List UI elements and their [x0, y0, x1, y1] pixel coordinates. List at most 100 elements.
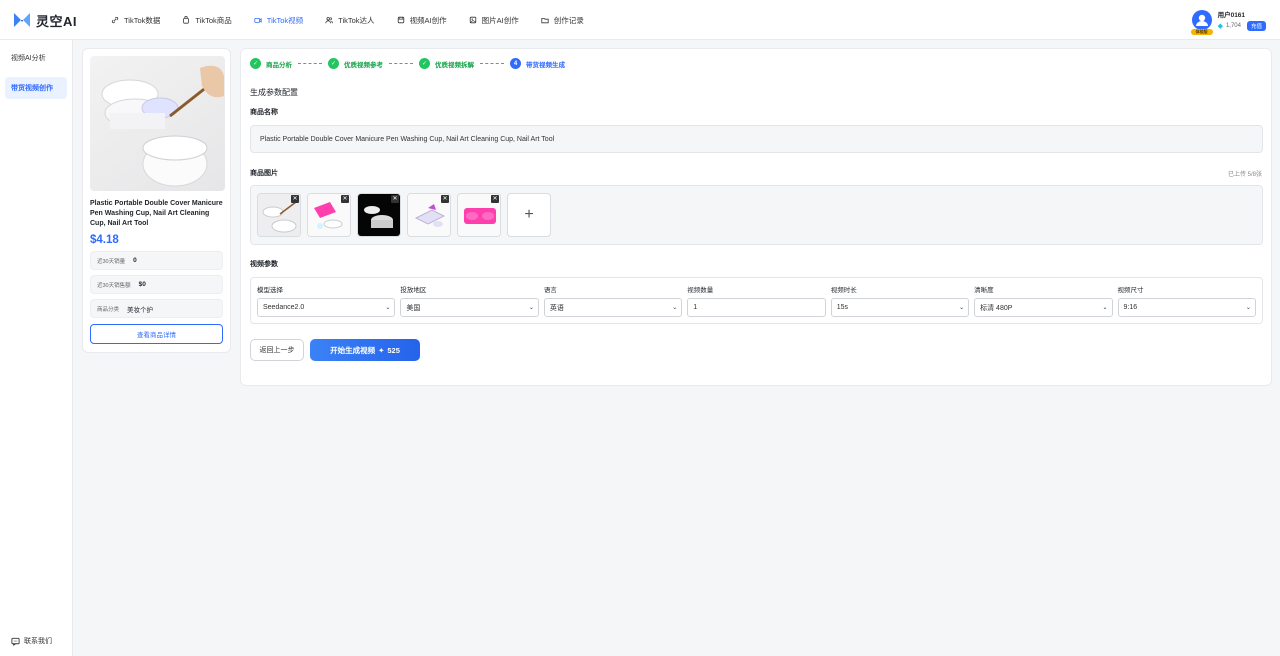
input-value: 1 [693, 304, 698, 311]
image-thumb[interactable]: ✕ [257, 193, 301, 237]
user-name: 用户0161 [1217, 12, 1246, 19]
image-icon [469, 16, 476, 24]
nav-tiktok-products[interactable]: TikTok商品 [171, 0, 242, 40]
remove-image-icon[interactable]: ✕ [491, 195, 499, 203]
param-label: 模型选择 [257, 287, 283, 294]
nav-label: 视频AI创作 [409, 15, 447, 25]
resolution-select[interactable]: 标清 480P ⌄ [974, 298, 1113, 317]
nav-label: TikTok数据 [124, 15, 161, 25]
generate-label: 开始生成视频 [330, 345, 376, 355]
back-button[interactable]: 返回上一步 [250, 339, 304, 361]
step-video-breakdown[interactable]: ✓ 优质视频拆解 [419, 58, 474, 69]
user-profile[interactable]: 体验版 用户0161 ◆ 1,704 充值 [1190, 8, 1266, 35]
region-select[interactable]: 美国 ⌄ [400, 298, 539, 317]
param-resolution: 清晰度 标清 480P ⌄ [974, 284, 1113, 317]
contact-us-link[interactable]: 联系我们 [11, 636, 52, 646]
film-icon [397, 16, 404, 24]
param-label: 视频时长 [830, 287, 857, 294]
aspect-ratio-select[interactable]: 9:16 ⌄ [1117, 298, 1256, 317]
stat-category: 商品分类 美妆个护 [90, 299, 223, 318]
video-params-label: 视频参数 [250, 261, 278, 268]
view-product-detail-button[interactable]: 查看商品详情 [90, 324, 223, 344]
step-number: 4 [510, 58, 521, 69]
sidebar-item-video-analysis[interactable]: 视频AI分析 [5, 47, 67, 69]
stat-revenue-30d: 近30天销售额 $0 [90, 275, 223, 294]
step-connector [298, 63, 322, 64]
step-product-analysis[interactable]: ✓ 商品分析 [250, 58, 292, 69]
nav-label: TikTok视频 [266, 15, 304, 25]
step-label: 优质视频参考 [344, 61, 383, 69]
nav-tiktok-creators[interactable]: TikTok达人 [314, 0, 385, 40]
image-thumb[interactable]: ✕ [457, 193, 501, 237]
select-value: 标清 480P [980, 304, 1013, 312]
stat-value: 美妆个护 [127, 306, 154, 314]
avatar[interactable]: 体验版 [1190, 10, 1213, 35]
logo-mark-icon [14, 13, 30, 27]
param-region: 投放地区 美国 ⌄ [400, 284, 539, 317]
nav-tiktok-data[interactable]: TikTok数据 [100, 0, 171, 40]
product-name-label: 商品名称 [250, 109, 278, 116]
nav-label: TikTok达人 [338, 15, 375, 25]
product-image[interactable] [90, 56, 225, 191]
step-video-reference[interactable]: ✓ 优质视频参考 [328, 58, 383, 69]
video-icon [254, 18, 262, 23]
param-language: 语言 英语 ⌄ [543, 284, 683, 317]
model-select[interactable]: Seedance2.0 ⌄ [257, 298, 396, 317]
main-nav: TikTok数据 TikTok商品 TikTok视频 TikTok达人 视频AI… [100, 0, 595, 40]
select-value: 15s [836, 304, 848, 311]
image-thumb[interactable]: ✕ [407, 193, 451, 237]
nav-video-ai[interactable]: 视频AI创作 [386, 0, 458, 40]
bag-icon [183, 16, 190, 24]
link-icon [111, 16, 119, 24]
top-bar: 灵空AI TikTok数据 TikTok商品 TikTok视频 TikTok达人… [0, 0, 1280, 40]
upload-count: 已上传 5/8张 [1227, 172, 1262, 178]
credits-row: ◆ 1,704 充值 [1218, 21, 1266, 31]
remove-image-icon[interactable]: ✕ [441, 195, 449, 203]
stat-label: 近30天销售额 [97, 282, 131, 289]
select-value: Seedance2.0 [263, 304, 305, 311]
sidebar-item-video-creation[interactable]: 带货视频创作 [5, 77, 67, 99]
config-panel: ✓ 商品分析 ✓ 优质视频参考 ✓ 优质视频拆解 4 带货视频生成 生成参数配置… [240, 48, 1272, 386]
param-model: 模型选择 Seedance2.0 ⌄ [257, 284, 396, 317]
stat-sales-30d: 近30天销量 0 [90, 251, 223, 270]
nav-tiktok-video[interactable]: TikTok视频 [243, 0, 314, 40]
product-images-box: ✕ ✕ ✕ ✕ ✕ + [250, 185, 1263, 245]
step-progress: ✓ 商品分析 ✓ 优质视频参考 ✓ 优质视频拆解 4 带货视频生成 [250, 58, 565, 69]
stat-label: 商品分类 [97, 306, 120, 313]
remove-image-icon[interactable]: ✕ [291, 195, 299, 203]
select-value: 9:16 [1123, 304, 1138, 311]
image-thumb[interactable]: ✕ [307, 193, 351, 237]
app-name: 灵空AI [36, 13, 78, 29]
param-count: 视频数量 1 [687, 284, 826, 317]
chevron-down-icon: ⌄ [1102, 305, 1108, 311]
video-count-input[interactable]: 1 [687, 298, 826, 317]
plus-icon: + [524, 206, 534, 223]
step-video-generation[interactable]: 4 带货视频生成 [510, 58, 565, 69]
remove-image-icon[interactable]: ✕ [391, 195, 399, 203]
language-select[interactable]: 英语 ⌄ [543, 298, 683, 317]
chevron-down-icon: ⌄ [672, 305, 678, 311]
sidebar: 视频AI分析 带货视频创作 联系我们 [0, 40, 73, 656]
chat-icon [11, 637, 20, 646]
duration-select[interactable]: 15s ⌄ [830, 298, 970, 317]
select-value: 美国 [406, 304, 421, 312]
user-icon [1195, 14, 1208, 26]
param-aspect-ratio: 视频尺寸 9:16 ⌄ [1117, 284, 1256, 317]
image-thumb[interactable]: ✕ [357, 193, 401, 237]
app-logo[interactable]: 灵空AI [12, 10, 77, 30]
param-label: 清晰度 [974, 287, 994, 294]
param-duration: 视频时长 15s ⌄ [830, 284, 970, 317]
nav-image-ai[interactable]: 图片AI创作 [458, 0, 530, 40]
remove-image-icon[interactable]: ✕ [341, 195, 349, 203]
param-label: 语言 [543, 287, 557, 294]
config-title: 生成参数配置 [250, 88, 298, 97]
param-label: 投放地区 [400, 287, 427, 294]
chevron-down-icon: ⌄ [1245, 305, 1251, 311]
recharge-button[interactable]: 充值 [1246, 21, 1266, 31]
plan-badge: 体验版 [1190, 29, 1213, 35]
product-name-field[interactable]: Plastic Portable Double Cover Manicure P… [250, 125, 1263, 153]
nav-creation-records[interactable]: 创作记录 [530, 0, 595, 40]
generate-video-button[interactable]: 开始生成视频 ✦ 525 [310, 339, 420, 361]
param-label: 视频尺寸 [1117, 287, 1144, 294]
add-image-button[interactable]: + [507, 193, 551, 237]
